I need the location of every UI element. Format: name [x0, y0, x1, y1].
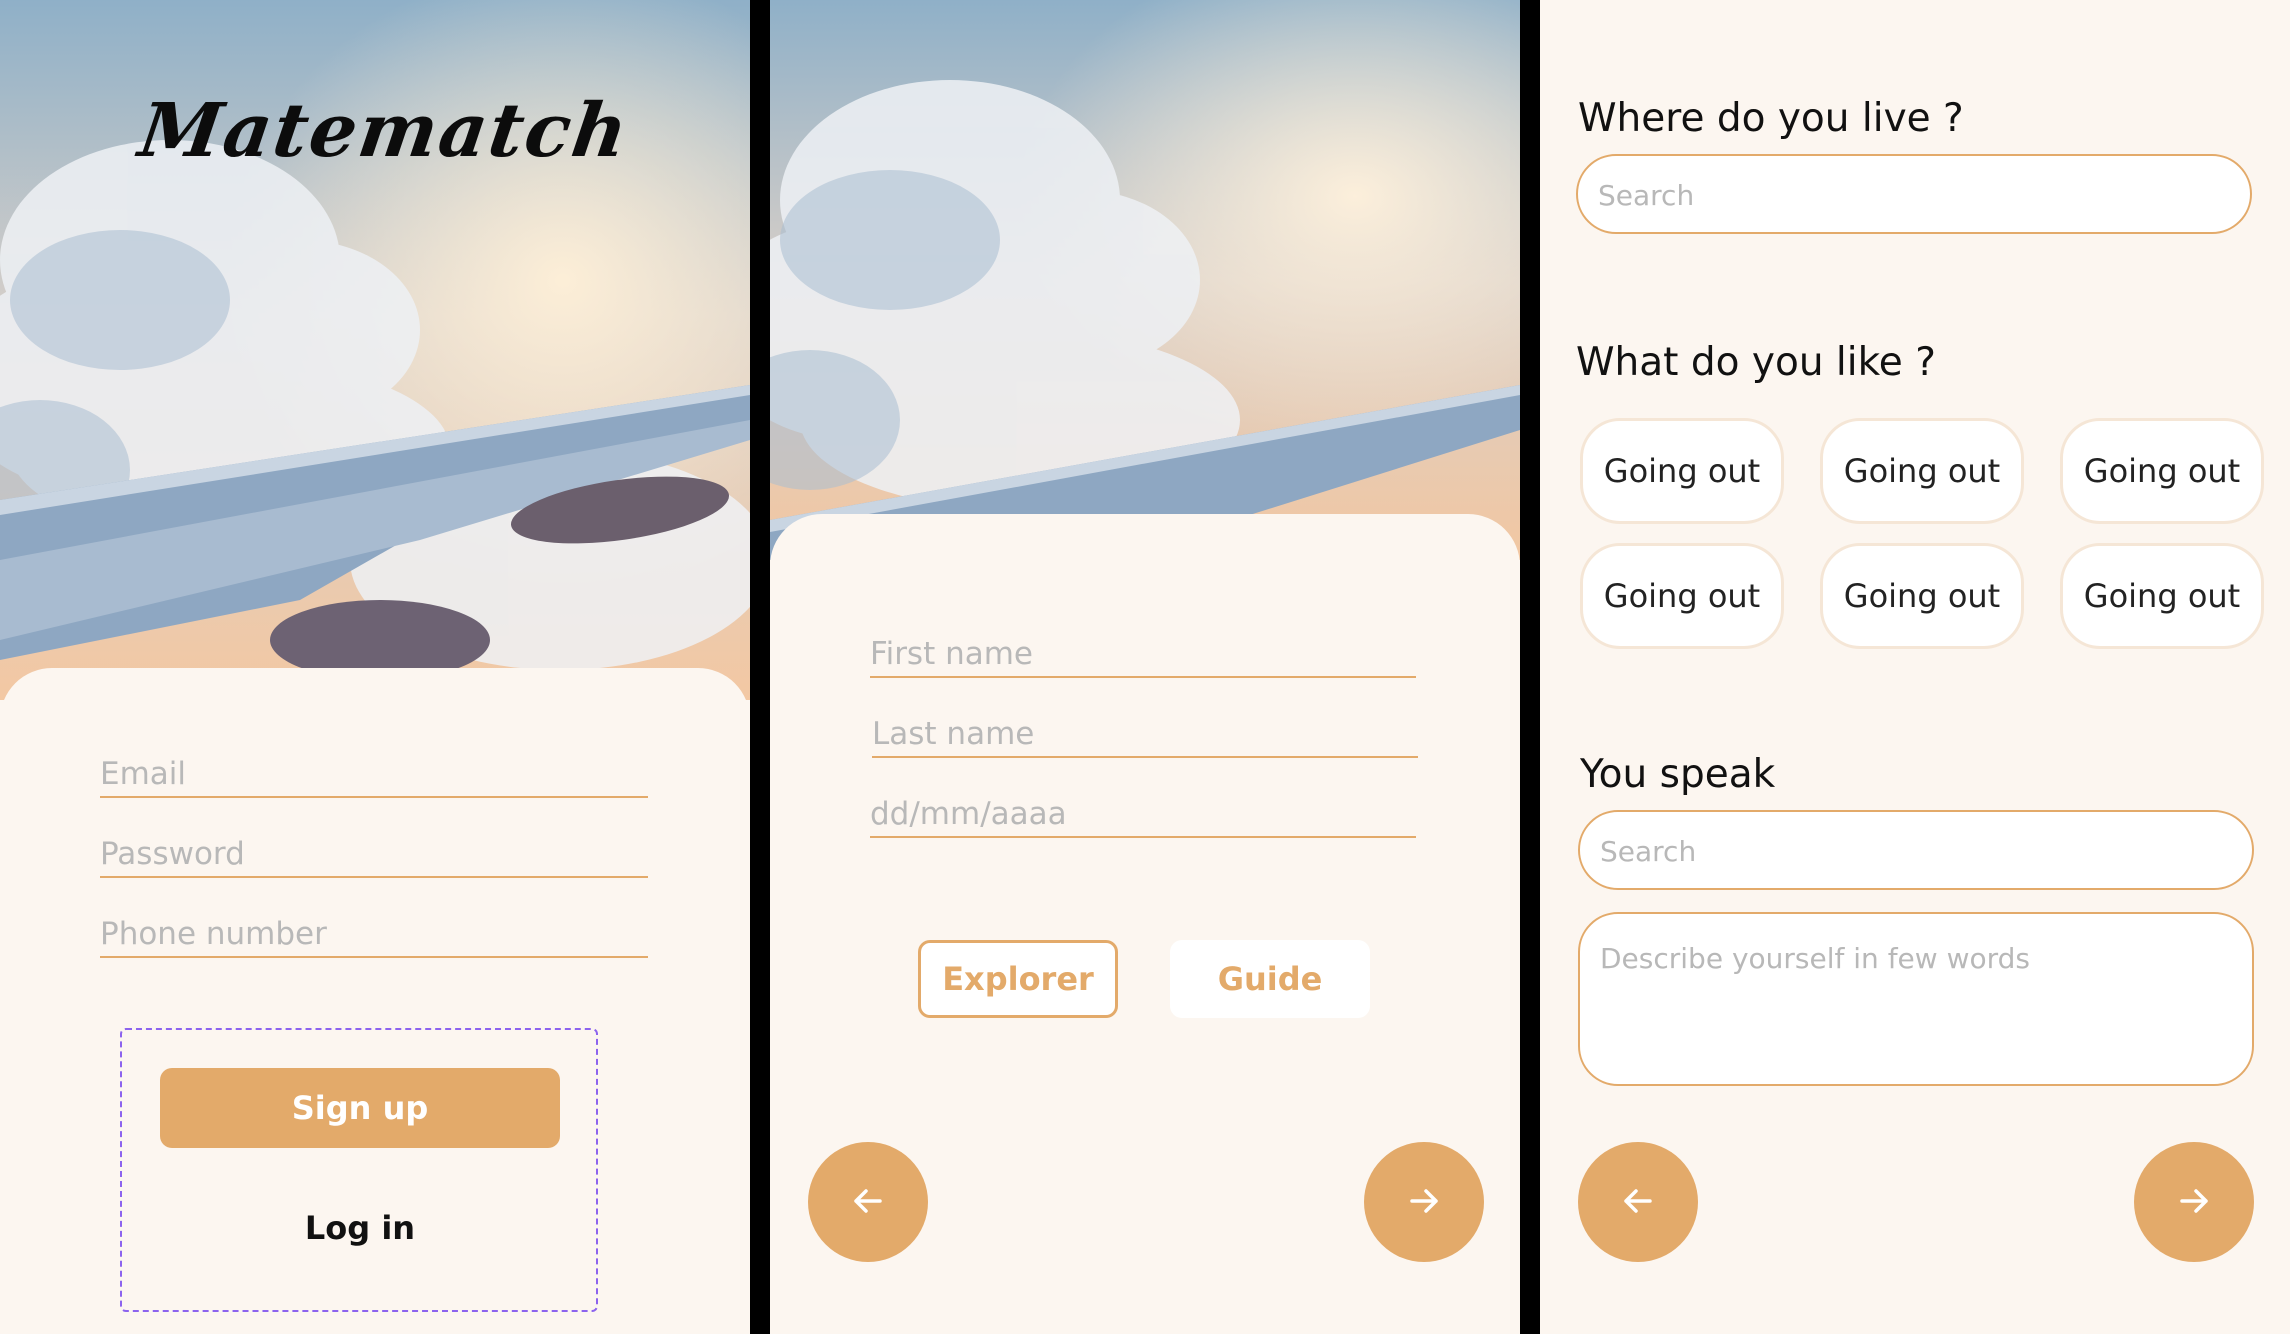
- login-screen: Matematch Sign up Log in: [0, 0, 750, 1334]
- language-search-input[interactable]: [1598, 812, 2238, 890]
- email-input[interactable]: [100, 756, 648, 796]
- where-heading: Where do you live ?: [1578, 96, 1964, 141]
- birthdate-field: [870, 796, 1416, 838]
- interest-chip[interactable]: Going out: [2060, 543, 2264, 649]
- interest-chip[interactable]: Going out: [1820, 418, 2024, 524]
- sky-photo: [770, 0, 1520, 560]
- app-logo: Matematch: [133, 88, 635, 174]
- first-name-field: [870, 636, 1416, 678]
- last-name-field: [872, 716, 1418, 758]
- profile-screen: Explorer Guide: [770, 0, 1520, 1334]
- first-name-input[interactable]: [870, 636, 1416, 676]
- next-button[interactable]: [2134, 1142, 2254, 1262]
- back-button[interactable]: [808, 1142, 928, 1262]
- interest-chip[interactable]: Going out: [1580, 543, 1784, 649]
- signup-button[interactable]: Sign up: [160, 1068, 560, 1148]
- phone-field: [100, 916, 648, 958]
- next-button[interactable]: [1364, 1142, 1484, 1262]
- preferences-screen: Where do you live ? What do you like ? G…: [1540, 0, 2290, 1334]
- password-field: [100, 836, 648, 878]
- interest-chip[interactable]: Going out: [2060, 418, 2264, 524]
- birthdate-input[interactable]: [870, 796, 1416, 836]
- login-button[interactable]: Log in: [160, 1196, 560, 1260]
- back-button[interactable]: [1578, 1142, 1698, 1262]
- phone-input[interactable]: [100, 916, 648, 956]
- interest-chip[interactable]: Going out: [1820, 543, 2024, 649]
- bio-textarea[interactable]: [1598, 940, 2238, 1062]
- language-search-field: [1578, 810, 2254, 890]
- arrow-left-icon: [1618, 1181, 1658, 1224]
- speak-heading: You speak: [1580, 752, 1776, 797]
- password-input[interactable]: [100, 836, 648, 876]
- explorer-role-button[interactable]: Explorer: [918, 940, 1118, 1018]
- location-search-field: [1576, 154, 2252, 234]
- arrow-left-icon: [848, 1181, 888, 1224]
- guide-role-button[interactable]: Guide: [1170, 940, 1370, 1018]
- like-heading: What do you like ?: [1576, 340, 1936, 385]
- bio-field: [1578, 912, 2254, 1086]
- email-field: [100, 756, 648, 798]
- last-name-input[interactable]: [872, 716, 1418, 756]
- arrow-right-icon: [2174, 1181, 2214, 1224]
- interest-chip[interactable]: Going out: [1580, 418, 1784, 524]
- arrow-right-icon: [1404, 1181, 1444, 1224]
- location-search-input[interactable]: [1596, 156, 2236, 234]
